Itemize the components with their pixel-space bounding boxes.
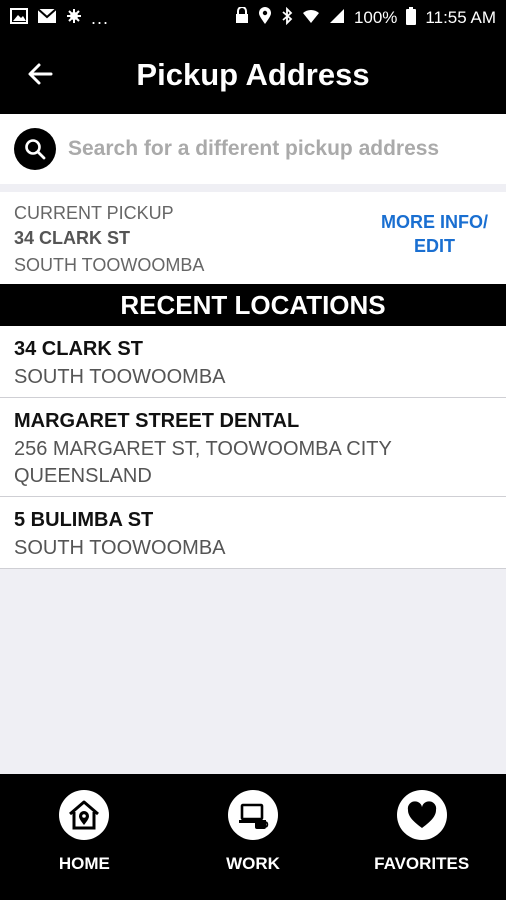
- search-bar[interactable]: [0, 114, 506, 184]
- wifi-icon: [302, 8, 320, 29]
- location-icon: [258, 6, 272, 30]
- nav-home-button[interactable]: HOME: [0, 774, 169, 900]
- image-icon: [10, 7, 28, 29]
- more-info-line1: MORE INFO/: [381, 212, 488, 232]
- nav-work-button[interactable]: WORK: [169, 774, 338, 900]
- battery-icon: [406, 6, 417, 30]
- bluetooth-icon: [281, 6, 293, 30]
- current-pickup-card: CURRENT PICKUP 34 CLARK ST SOUTH TOOWOOM…: [0, 192, 506, 284]
- signal-icon: [329, 8, 345, 29]
- more-info-line2: EDIT: [413, 236, 455, 256]
- back-button[interactable]: [22, 56, 58, 92]
- location-subtitle: 256 MARGARET ST, TOOWOOMBA CITY: [14, 438, 392, 460]
- location-title: MARGARET STREET DENTAL: [14, 410, 300, 432]
- recent-locations-list: 34 CLARK ST SOUTH TOOWOOMBA MARGARET STR…: [0, 326, 506, 569]
- work-laptop-icon: [228, 790, 278, 840]
- lock-icon: [235, 6, 249, 29]
- nav-home-label: HOME: [58, 854, 110, 873]
- battery-percent: 100%: [353, 8, 398, 27]
- nav-favorites-button[interactable]: FAVORITES: [337, 774, 506, 900]
- more-info-edit-link[interactable]: MORE INFO/ EDIT: [381, 210, 488, 258]
- nav-favorites-label: FAVORITES: [374, 854, 470, 873]
- status-more-dots: ...: [91, 7, 110, 28]
- recent-location-item[interactable]: 34 CLARK ST SOUTH TOOWOOMBA: [0, 326, 506, 398]
- status-time: 11:55 AM: [425, 8, 496, 27]
- location-title: 5 BULIMBA ST: [14, 509, 154, 531]
- location-title: 34 CLARK ST: [14, 338, 143, 360]
- status-right: 100% 11:55 AM: [235, 6, 496, 30]
- nav-work-label: WORK: [226, 854, 280, 873]
- bottom-nav: HOME WORK FAVORITES: [0, 774, 506, 900]
- mail-icon: [37, 7, 57, 29]
- home-location-icon: [59, 790, 110, 840]
- search-input[interactable]: [68, 137, 468, 161]
- search-icon[interactable]: [14, 128, 56, 170]
- status-left: ...: [10, 7, 110, 29]
- recent-location-item[interactable]: 5 BULIMBA ST SOUTH TOOWOOMBA: [0, 497, 506, 569]
- location-subtitle: SOUTH TOOWOOMBA: [14, 537, 226, 559]
- heart-icon: [396, 790, 447, 840]
- location-subtitle: SOUTH TOOWOOMBA: [14, 366, 226, 388]
- settings-notification-icon: [66, 8, 82, 29]
- divider: [0, 184, 506, 192]
- page-title: Pickup Address: [136, 57, 370, 92]
- location-subtitle-line2: QUEENSLAND: [14, 465, 152, 487]
- recent-location-item[interactable]: MARGARET STREET DENTAL 256 MARGARET ST, …: [0, 398, 506, 497]
- recent-locations-header: RECENT LOCATIONS: [0, 284, 506, 326]
- arrow-left-icon: [28, 63, 53, 85]
- app-header: Pickup Address: [0, 36, 506, 114]
- status-bar: ... 100% 11:55 AM: [0, 0, 506, 36]
